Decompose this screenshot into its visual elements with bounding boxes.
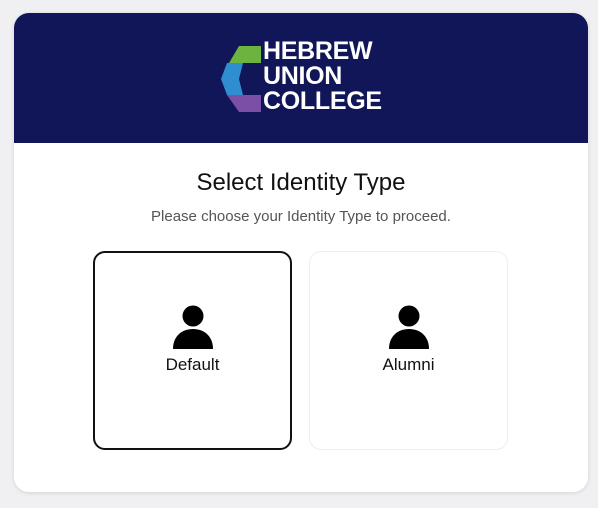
option-label-default: Default	[165, 355, 220, 374]
identity-option-alumni[interactable]: Alumni	[309, 251, 508, 450]
hebrew-union-college-logo: HEBREW UNION COLLEGE	[221, 39, 391, 119]
person-icon	[172, 305, 213, 349]
page-subtitle: Please choose your Identity Type to proc…	[151, 208, 451, 225]
page-title: Select Identity Type	[196, 169, 406, 196]
logo-wordmark: HEBREW UNION COLLEGE	[263, 39, 382, 114]
logo-line-union: UNION	[263, 62, 343, 90]
person-icon	[388, 305, 429, 349]
header-banner: HEBREW UNION COLLEGE	[14, 13, 588, 143]
logo-line-hebrew: HEBREW	[263, 37, 373, 65]
logo-mark-icon	[221, 46, 261, 112]
identity-card: HEBREW UNION COLLEGE Select Identity Typ…	[14, 13, 588, 492]
identity-option-default[interactable]: Default	[93, 251, 292, 450]
option-label-alumni: Alumni	[382, 355, 435, 374]
logo-line-college: COLLEGE	[263, 87, 382, 115]
